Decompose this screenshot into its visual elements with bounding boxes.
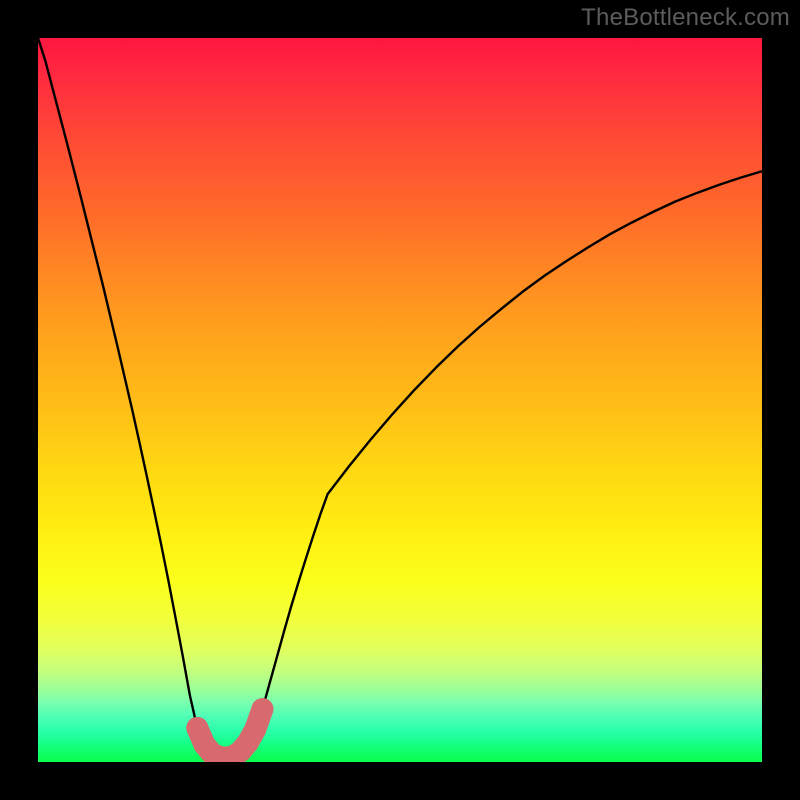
chart-frame: TheBottleneck.com xyxy=(0,0,800,800)
optimal-marker xyxy=(251,698,273,720)
bottleneck-curve xyxy=(38,38,762,758)
optimal-marker xyxy=(244,718,266,740)
watermark-text: TheBottleneck.com xyxy=(581,4,790,32)
chart-svg xyxy=(38,38,762,762)
plot-area xyxy=(38,38,762,762)
